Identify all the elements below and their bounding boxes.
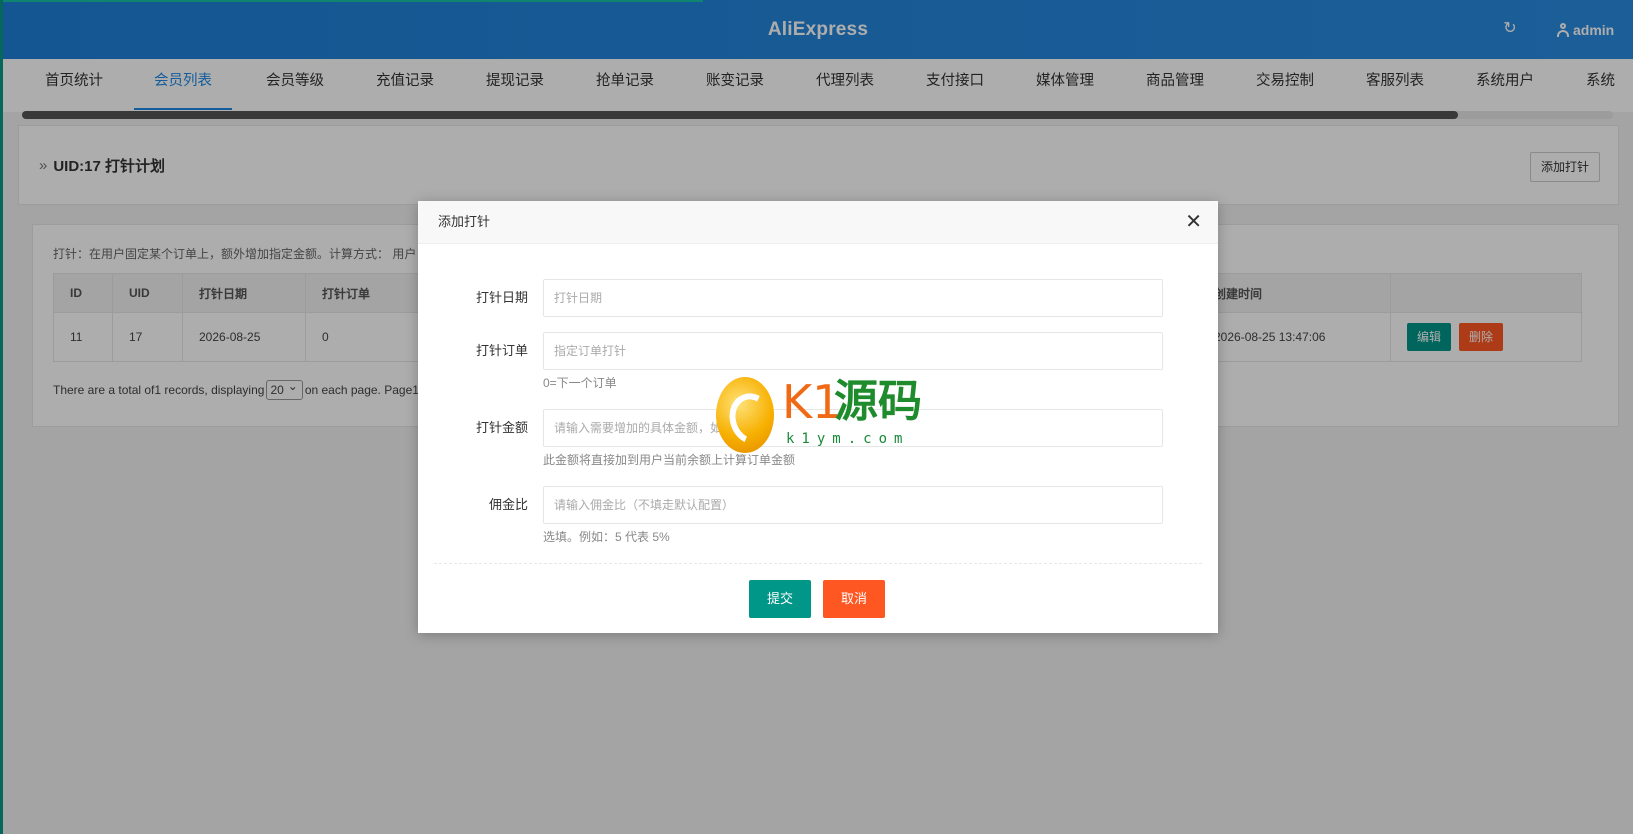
submit-button[interactable]: 提交	[749, 580, 812, 618]
watermark-logo: K1 源码 k1ym.com	[716, 375, 926, 455]
order-input[interactable]: 指定订单打针	[543, 332, 1163, 370]
watermark-domain: k1ym.com	[786, 431, 910, 447]
commission-label: 佣金比	[488, 497, 528, 512]
dialog-title: 添加打针	[438, 214, 491, 229]
dialog-divider	[434, 563, 1202, 564]
order-label: 打针订单	[475, 343, 528, 358]
order-hint: 0=下一个订单	[543, 376, 617, 390]
commission-hint: 选填。例如：5 代表 5%	[543, 530, 670, 544]
dialog-header: 添加打针 ✕	[418, 201, 1218, 244]
close-icon[interactable]: ✕	[1185, 201, 1202, 243]
commission-input[interactable]: 请输入佣金比（不填走默认配置）	[543, 486, 1163, 524]
date-label: 打针日期	[475, 290, 528, 305]
watermark-k1: K1	[782, 375, 842, 429]
watermark-yuanma: 源码	[834, 377, 922, 426]
cancel-button[interactable]: 取消	[823, 580, 886, 618]
date-input[interactable]: 打针日期	[543, 279, 1163, 317]
amount-label: 打针金额	[475, 420, 528, 435]
